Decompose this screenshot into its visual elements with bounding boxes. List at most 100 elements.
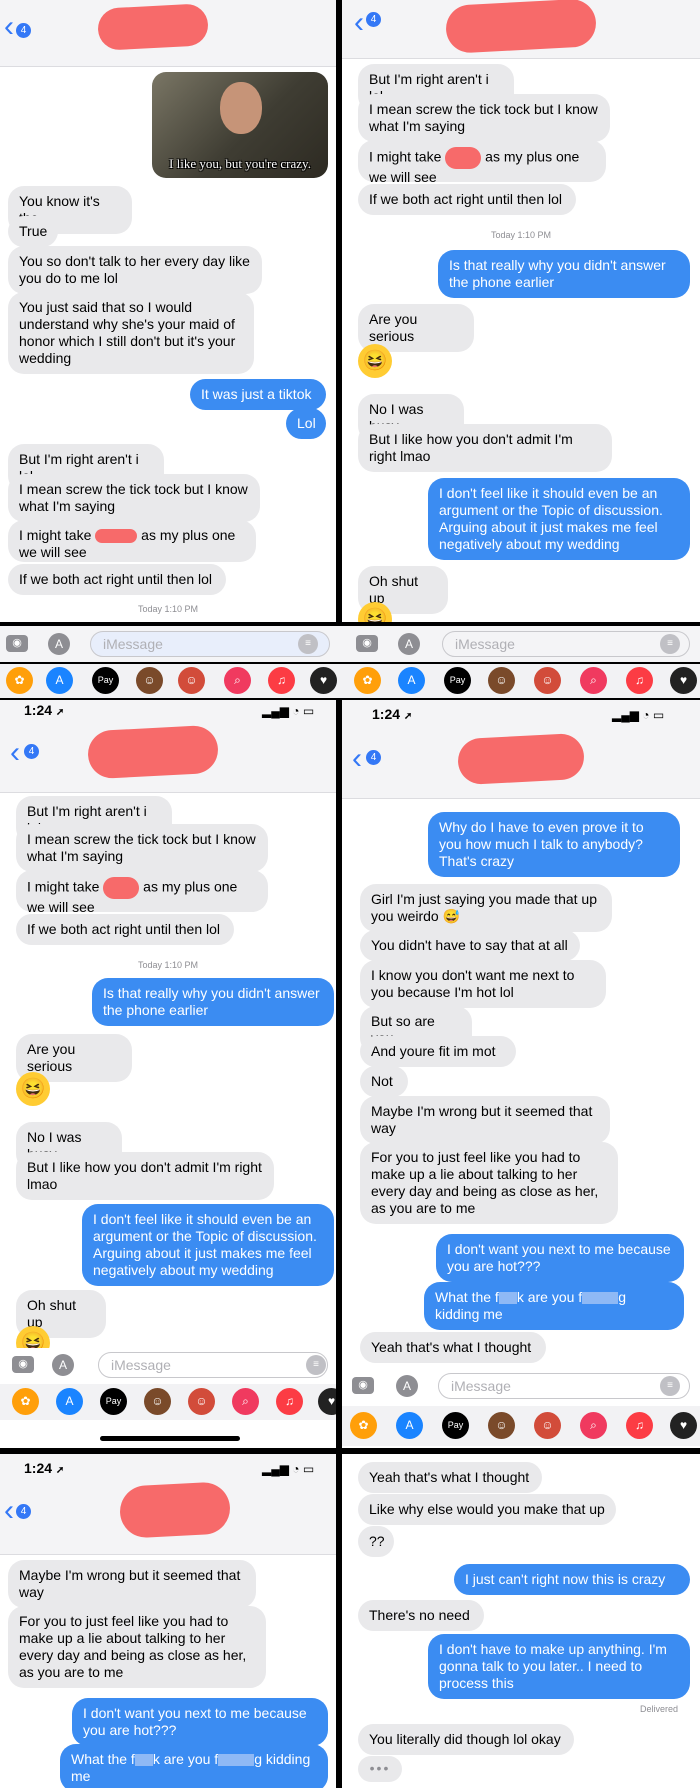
image-search-icon[interactable]: ⌕: [580, 667, 607, 694]
message-incoming[interactable]: For you to just feel like you had to mak…: [8, 1606, 266, 1688]
message-outgoing[interactable]: Why do I have to even prove it to you ho…: [428, 812, 680, 877]
message-incoming[interactable]: If we both act right until then lol: [16, 914, 234, 945]
message-incoming[interactable]: You so don't talk to her every day like …: [8, 246, 262, 294]
message-incoming[interactable]: I might take as my plus one we will see: [16, 870, 268, 915]
message-incoming[interactable]: Yeah that's what I thought: [358, 1462, 542, 1493]
app-store-icon[interactable]: A: [56, 1388, 83, 1415]
imessage-input[interactable]: iMessage: [438, 1373, 690, 1399]
home-indicator[interactable]: [100, 1436, 240, 1441]
message-incoming[interactable]: Like why else would you make that up: [358, 1494, 616, 1525]
message-outgoing[interactable]: I just can't right now this is crazy: [454, 1564, 690, 1595]
apple-pay-icon[interactable]: Pay: [92, 667, 119, 694]
message-outgoing[interactable]: I don't want you next to me because you …: [72, 1698, 328, 1746]
app-store-icon[interactable]: A: [396, 1412, 423, 1439]
audio-message-icon[interactable]: ≡: [660, 634, 680, 654]
image-search-icon[interactable]: ⌕: [224, 667, 251, 694]
message-incoming[interactable]: Not: [360, 1066, 408, 1097]
back-chevron-icon[interactable]: ‹: [4, 12, 14, 42]
apple-pay-icon[interactable]: Pay: [100, 1388, 127, 1415]
camera-icon[interactable]: ◉: [356, 635, 378, 652]
message-incoming[interactable]: There's no need: [358, 1600, 484, 1631]
message-incoming[interactable]: For you to just feel like you had to mak…: [360, 1142, 618, 1224]
message-outgoing[interactable]: Is that really why you didn't answer the…: [438, 250, 690, 298]
message-incoming[interactable]: But I like how you don't admit I'm right…: [16, 1152, 274, 1200]
heart-icon[interactable]: ♥: [310, 667, 337, 694]
heart-icon[interactable]: ♥: [670, 667, 697, 694]
message-outgoing[interactable]: Lol: [286, 408, 326, 439]
memoji-icon[interactable]: ☺: [534, 667, 561, 694]
apple-pay-icon[interactable]: Pay: [442, 1412, 469, 1439]
app-store-icon[interactable]: A: [48, 633, 70, 655]
redacted-name-inline: [103, 877, 140, 899]
grinning-squint-emoji[interactable]: 😆: [358, 344, 392, 378]
message-incoming[interactable]: If we both act right until then lol: [358, 184, 576, 215]
message-incoming[interactable]: You didn't have to say that at all: [360, 930, 580, 961]
message-incoming[interactable]: If we both act right until then lol: [8, 564, 226, 595]
photos-icon[interactable]: ✿: [12, 1388, 39, 1415]
message-outgoing[interactable]: I don't feel like it should even be an a…: [82, 1204, 334, 1286]
camera-icon[interactable]: ◉: [6, 635, 28, 652]
apple-pay-icon[interactable]: Pay: [444, 667, 471, 694]
image-search-icon[interactable]: ⌕: [580, 1412, 607, 1439]
app-store-icon[interactable]: A: [46, 667, 73, 694]
message-incoming[interactable]: Maybe I'm wrong but it seemed that way: [360, 1096, 610, 1144]
photos-icon[interactable]: ✿: [6, 667, 33, 694]
imessage-input[interactable]: iMessage: [442, 631, 690, 657]
back-chevron-icon[interactable]: ‹: [354, 8, 364, 38]
message-incoming[interactable]: You just said that so I would understand…: [8, 292, 254, 374]
message-outgoing[interactable]: I don't feel like it should even be an a…: [428, 478, 690, 560]
message-outgoing[interactable]: It was just a tiktok: [190, 379, 326, 410]
message-outgoing[interactable]: I don't want you next to me because you …: [436, 1234, 684, 1282]
memoji-icon[interactable]: ☺: [488, 1412, 515, 1439]
back-chevron-icon[interactable]: ‹: [4, 1496, 14, 1526]
message-incoming[interactable]: Girl I'm just saying you made that up yo…: [360, 884, 612, 932]
music-icon[interactable]: ♫: [626, 667, 653, 694]
memoji-icon[interactable]: ☺: [178, 667, 205, 694]
message-incoming[interactable]: You literally did though lol okay: [358, 1724, 574, 1755]
app-store-icon[interactable]: A: [396, 1375, 418, 1397]
message-outgoing[interactable]: Is that really why you didn't answer the…: [92, 978, 334, 1026]
camera-icon[interactable]: ◉: [12, 1356, 34, 1373]
message-incoming[interactable]: I mean screw the tick tock but I know wh…: [358, 94, 610, 142]
heart-icon[interactable]: ♥: [670, 1412, 697, 1439]
app-store-icon[interactable]: A: [398, 667, 425, 694]
heart-icon[interactable]: ♥: [318, 1388, 336, 1415]
message-incoming[interactable]: But I like how you don't admit I'm right…: [358, 424, 612, 472]
memoji-icon[interactable]: ☺: [136, 667, 163, 694]
memoji-icon[interactable]: ☺: [488, 667, 515, 694]
message-incoming[interactable]: ??: [358, 1526, 394, 1557]
message-incoming[interactable]: Yeah that's what I thought: [360, 1332, 546, 1363]
message-incoming[interactable]: I mean screw the tick tock but I know wh…: [16, 824, 268, 872]
app-store-icon[interactable]: A: [52, 1354, 74, 1376]
message-outgoing[interactable]: I don't have to make up anything. I'm go…: [428, 1634, 690, 1699]
grinning-squint-emoji[interactable]: 😆: [16, 1072, 50, 1106]
music-icon[interactable]: ♫: [626, 1412, 653, 1439]
audio-message-icon[interactable]: ≡: [660, 1376, 680, 1396]
message-outgoing[interactable]: What the fk are you fg kidding me: [60, 1744, 328, 1788]
message-incoming[interactable]: I might take as my plus one we will see: [8, 520, 256, 562]
photos-icon[interactable]: ✿: [350, 1412, 377, 1439]
image-search-icon[interactable]: ⌕: [232, 1388, 259, 1415]
message-incoming[interactable]: I might take as my plus one we will see: [358, 140, 606, 185]
message-outgoing[interactable]: What the fk are you fg kidding me: [424, 1282, 684, 1330]
message-incoming[interactable]: And youre fit im mot: [360, 1036, 516, 1067]
meme-image[interactable]: I like you, but you're crazy.: [152, 72, 328, 178]
message-incoming[interactable]: True: [8, 216, 58, 247]
message-incoming[interactable]: I know you don't want me next to you bec…: [360, 960, 606, 1008]
imessage-input[interactable]: iMessage: [90, 631, 330, 657]
memoji-icon[interactable]: ☺: [144, 1388, 171, 1415]
camera-icon[interactable]: ◉: [352, 1377, 374, 1394]
audio-message-icon[interactable]: ≡: [298, 634, 318, 654]
audio-message-icon[interactable]: ≡: [306, 1355, 326, 1375]
back-chevron-icon[interactable]: ‹: [10, 738, 20, 768]
memoji-icon[interactable]: ☺: [188, 1388, 215, 1415]
music-icon[interactable]: ♫: [276, 1388, 303, 1415]
app-store-icon[interactable]: A: [398, 633, 420, 655]
message-incoming[interactable]: Maybe I'm wrong but it seemed that way: [8, 1560, 256, 1608]
message-incoming[interactable]: I mean screw the tick tock but I know wh…: [8, 474, 260, 522]
imessage-input[interactable]: iMessage: [98, 1352, 328, 1378]
music-icon[interactable]: ♫: [268, 667, 295, 694]
back-chevron-icon[interactable]: ‹: [352, 744, 362, 774]
memoji-icon[interactable]: ☺: [534, 1412, 561, 1439]
photos-icon[interactable]: ✿: [354, 667, 381, 694]
